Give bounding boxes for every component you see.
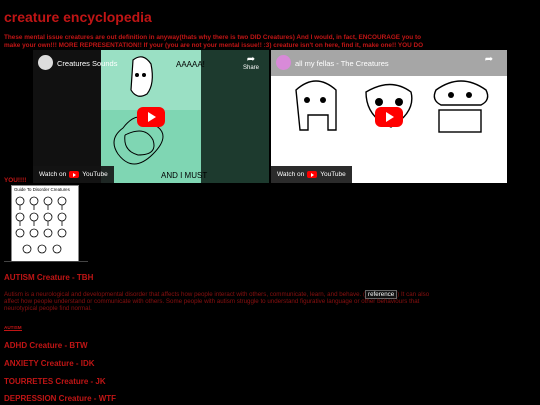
page-title: creature encyclopedia	[4, 9, 152, 25]
body-text: ) It can also	[397, 291, 430, 298]
intro-text: These mental issue creatures are out def…	[4, 34, 536, 50]
section-heading-depression: DEPRESSION Creature - WTF	[4, 394, 117, 403]
watch-on-youtube-button[interactable]: Watch on YouTube	[271, 166, 352, 183]
play-button[interactable]	[375, 106, 403, 127]
youtube-icon	[307, 171, 318, 178]
body-text: Autism is a neurological and development…	[4, 291, 366, 298]
intro-line: These mental issue creatures are out def…	[4, 34, 422, 41]
autism-tag-link[interactable]: AUTISM	[4, 325, 22, 331]
body-text: neurotypical people find normal.	[4, 305, 92, 312]
share-icon: ➦	[246, 54, 256, 65]
share-button[interactable]: ➦	[479, 55, 499, 65]
video-embed-creatures-sounds[interactable]: AAAAA! AND I MUST Creatures Sounds ➦ Sha…	[33, 50, 269, 183]
section-heading-tourettes: TOURRETES Creature - JK	[4, 377, 106, 386]
autism-description: Autism is a neurological and development…	[4, 290, 536, 312]
channel-avatar[interactable]	[38, 55, 53, 70]
section-heading-adhd: ADHD Creature - BTW	[4, 341, 88, 350]
share-button[interactable]: ➦ Share	[241, 54, 261, 72]
body-text: affect how people understand or communic…	[4, 298, 420, 305]
section-heading-anxiety: ANXIETY Creature - IDK	[4, 359, 95, 368]
watch-label: Watch on	[39, 171, 67, 178]
thumb-text: AND I MUST	[161, 171, 207, 180]
thumb-text: AAAAA!	[176, 60, 205, 69]
intro-line: make your own!!! MORE REPRESENTATION!! I…	[4, 42, 424, 49]
intro-line: YOU!!!!	[4, 177, 27, 184]
youtube-icon	[69, 171, 80, 178]
video-title[interactable]: all my fellas - The Creatures	[295, 59, 389, 68]
play-button[interactable]	[137, 106, 165, 127]
share-label: Share	[242, 65, 259, 71]
youtube-label: YouTube	[82, 171, 108, 178]
video-embed-all-my-fellas[interactable]: all my fellas - The Creatures ➦ Watch on…	[271, 50, 507, 183]
channel-avatar[interactable]	[276, 55, 291, 70]
youtube-label: YouTube	[320, 171, 346, 178]
video-title[interactable]: Creatures Sounds	[57, 59, 117, 68]
divider	[4, 261, 88, 262]
share-icon: ➦	[484, 54, 494, 65]
section-heading-autism: AUTISM Creature - TBH	[4, 273, 94, 282]
disorder-creatures-guide-image: Guide To Disorder Creatures	[11, 185, 79, 262]
watch-label: Watch on	[277, 171, 305, 178]
guide-drawings	[15, 196, 67, 254]
watch-on-youtube-button[interactable]: Watch on YouTube	[33, 166, 114, 183]
guide-title: Guide To Disorder Creatures	[14, 187, 70, 192]
